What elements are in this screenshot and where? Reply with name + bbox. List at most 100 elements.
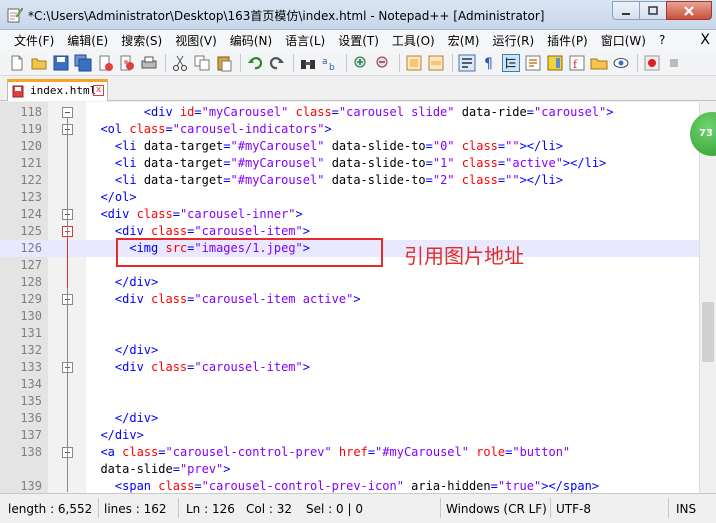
status-eol[interactable]: Windows (CR LF) — [446, 499, 547, 519]
line-number: 134 — [20, 377, 42, 391]
code-line[interactable]: 118 <div id="myCarousel" class="carousel… — [0, 104, 716, 121]
line-number: 129 — [20, 292, 42, 306]
copy-icon[interactable] — [193, 54, 211, 72]
zoom-out-icon[interactable] — [374, 54, 392, 72]
menu-window[interactable]: 窗口(W) — [601, 32, 646, 49]
code-line[interactable]: 131 — [0, 325, 716, 342]
undo-icon[interactable] — [246, 54, 264, 72]
redo-icon[interactable] — [268, 54, 286, 72]
code-line[interactable]: 121 <li data-target="#myCarousel" data-s… — [0, 155, 716, 172]
word-wrap-icon[interactable] — [458, 54, 476, 72]
code-token: <div — [143, 105, 180, 119]
zoom-in-icon[interactable] — [352, 54, 370, 72]
sync-horizontal-icon[interactable] — [427, 54, 445, 72]
menu-file[interactable]: 文件(F) — [14, 32, 54, 49]
code-token: = — [158, 445, 166, 459]
sync-vertical-icon[interactable] — [405, 54, 423, 72]
code-line[interactable]: 136 </div> — [0, 410, 716, 427]
stop-macro-icon[interactable] — [665, 54, 683, 72]
minimize-icon — [622, 12, 630, 15]
code-text: <div class="carousel-item"> — [86, 224, 310, 238]
code-line[interactable]: 137 </div> — [0, 427, 716, 444]
tab-index-html[interactable]: index.html x — [7, 79, 108, 101]
fold-toggle-icon[interactable] — [62, 107, 73, 118]
scrollbar-thumb[interactable] — [702, 302, 714, 362]
maximize-button[interactable] — [639, 1, 666, 20]
menu-plugins[interactable]: 插件(P) — [547, 32, 588, 49]
code-text: <span class="carousel-control-prev-icon"… — [86, 479, 599, 493]
tab-close-icon[interactable]: x — [93, 85, 104, 96]
menu-encoding[interactable]: 编码(N) — [230, 32, 272, 49]
show-all-chars-icon[interactable]: ¶ — [480, 54, 498, 72]
tab-label: index.html — [30, 84, 97, 97]
code-token: data-slide — [86, 462, 173, 476]
code-line[interactable]: 134 — [0, 376, 716, 393]
code-line[interactable]: 119 <ol class="carousel-indicators"> — [0, 121, 716, 138]
code-line[interactable]: 123 </ol> — [0, 189, 716, 206]
doc-map-icon[interactable] — [546, 54, 564, 72]
code-token: id — [179, 105, 195, 119]
vertical-scrollbar[interactable] — [699, 102, 716, 493]
close-file-icon[interactable] — [96, 54, 114, 72]
code-token: class — [151, 224, 188, 238]
code-line[interactable]: 132 </div> — [0, 342, 716, 359]
code-token: "myCarousel" — [201, 105, 289, 119]
folder-workspace-icon[interactable] — [590, 54, 608, 72]
status-column: Col : 32 — [246, 502, 292, 516]
new-file-icon[interactable] — [8, 54, 26, 72]
menu-tools[interactable]: 工具(O) — [392, 32, 435, 49]
find-icon[interactable] — [299, 54, 317, 72]
status-encoding[interactable]: UTF-8 — [556, 499, 591, 519]
code-line[interactable]: 122 <li data-target="#myCarousel" data-s… — [0, 172, 716, 189]
code-token: > — [302, 224, 310, 238]
menu-language[interactable]: 语言(L) — [285, 32, 325, 49]
print-icon[interactable] — [140, 54, 158, 72]
close-all-icon[interactable] — [118, 54, 136, 72]
minimize-button[interactable] — [612, 1, 639, 20]
menu-settings[interactable]: 设置(T) — [338, 32, 379, 49]
menu-search[interactable]: 搜索(S) — [121, 32, 162, 49]
code-line[interactable]: 139 <span class="carousel-control-prev-i… — [0, 478, 716, 493]
code-line[interactable]: 128 </div> — [0, 274, 716, 291]
code-line[interactable]: 138 <a class="carousel-control-prev" hre… — [0, 444, 716, 461]
paste-icon[interactable] — [215, 54, 233, 72]
code-line[interactable]: data-slide="prev"> — [0, 461, 716, 478]
menu-help[interactable]: ? — [659, 33, 665, 47]
code-token: <div — [114, 224, 152, 238]
save-icon[interactable] — [52, 54, 70, 72]
code-line[interactable]: 129 <div class="carousel-item active"> — [0, 291, 716, 308]
code-token: > — [324, 122, 332, 136]
monitoring-icon[interactable] — [612, 54, 630, 72]
code-line[interactable]: 135 — [0, 393, 716, 410]
close-window-button[interactable] — [666, 1, 712, 20]
menu-macro[interactable]: 宏(M) — [448, 32, 480, 49]
menu-run[interactable]: 运行(R) — [492, 32, 534, 49]
indent-guide-icon[interactable] — [502, 53, 520, 72]
function-list-icon[interactable]: f — [568, 54, 586, 72]
code-line[interactable]: 120 <li data-target="#myCarousel" data-s… — [0, 138, 716, 155]
code-line[interactable]: 133 <div class="carousel-item"> — [0, 359, 716, 376]
code-token: <a — [100, 445, 123, 459]
code-line[interactable]: 124 <div class="carousel-inner"> — [0, 206, 716, 223]
open-file-icon[interactable] — [30, 54, 48, 72]
code-line[interactable]: 130 — [0, 308, 716, 325]
status-line-number: Ln : 126 — [186, 502, 235, 516]
replace-icon[interactable]: ab — [321, 54, 339, 72]
menu-edit[interactable]: 编辑(E) — [67, 32, 108, 49]
menu-view[interactable]: 视图(V) — [175, 32, 217, 49]
record-macro-icon[interactable] — [643, 54, 661, 72]
code-editor[interactable]: 118 <div id="myCarousel" class="carousel… — [0, 102, 716, 493]
cut-icon[interactable] — [171, 54, 189, 72]
status-insert-mode[interactable]: INS — [676, 499, 696, 519]
line-number: 121 — [20, 156, 42, 170]
tab-bar: index.html x — [0, 77, 716, 101]
save-all-icon[interactable] — [74, 54, 92, 72]
code-token: class — [295, 105, 332, 119]
user-language-icon[interactable] — [524, 54, 542, 72]
close-document-button[interactable]: X — [700, 32, 710, 48]
